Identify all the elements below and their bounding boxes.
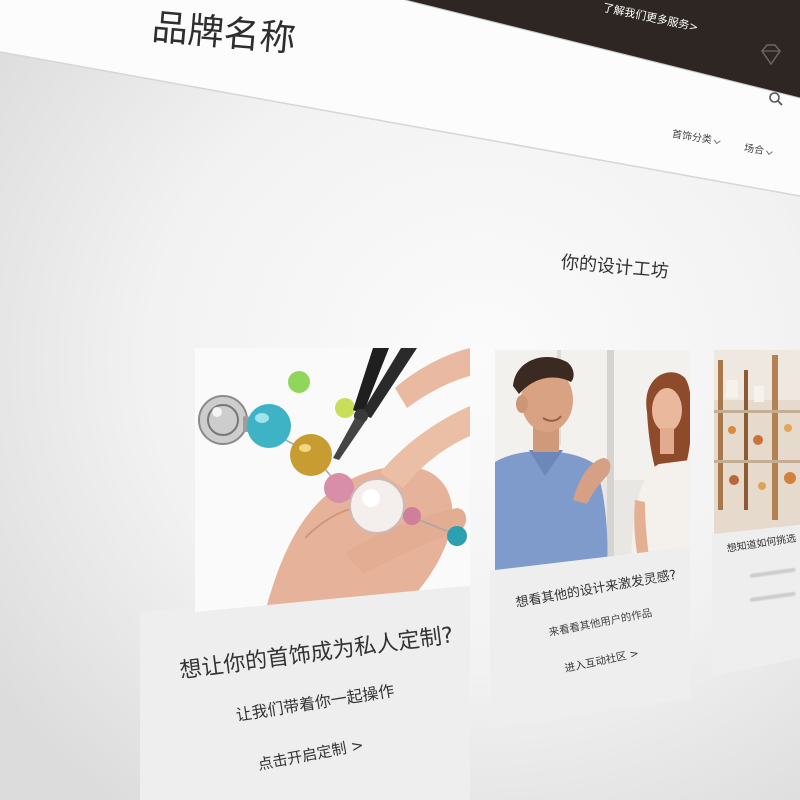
blurred-text-line — [749, 591, 796, 602]
display-post — [772, 355, 778, 520]
silver-bead — [199, 396, 247, 444]
clear-bead — [350, 479, 404, 533]
small-pink-bead — [403, 507, 421, 525]
diamond-icon — [758, 42, 784, 68]
window-frame — [607, 350, 614, 560]
card-panel-custom — [140, 586, 470, 800]
card-image-two-people[interactable] — [495, 350, 690, 570]
card-image-beads-and-hand[interactable] — [195, 348, 470, 612]
blurred-text-line — [749, 567, 796, 578]
pink-bead — [324, 473, 354, 503]
display-post — [718, 360, 723, 510]
card-text-area: 想知道如何挑选 — [714, 534, 800, 676]
green-bead — [288, 371, 310, 393]
display-post — [744, 370, 748, 510]
card-title: 想知道如何挑选 — [726, 534, 797, 555]
shelf — [714, 410, 800, 413]
card-image-jewelry-shop[interactable] — [714, 350, 800, 534]
search-icon[interactable] — [768, 91, 784, 107]
teal-bead — [247, 404, 291, 448]
gold-bead — [290, 434, 332, 476]
yellow-bead — [335, 398, 355, 418]
shelf — [714, 460, 800, 463]
small-teal-bead — [447, 526, 467, 546]
